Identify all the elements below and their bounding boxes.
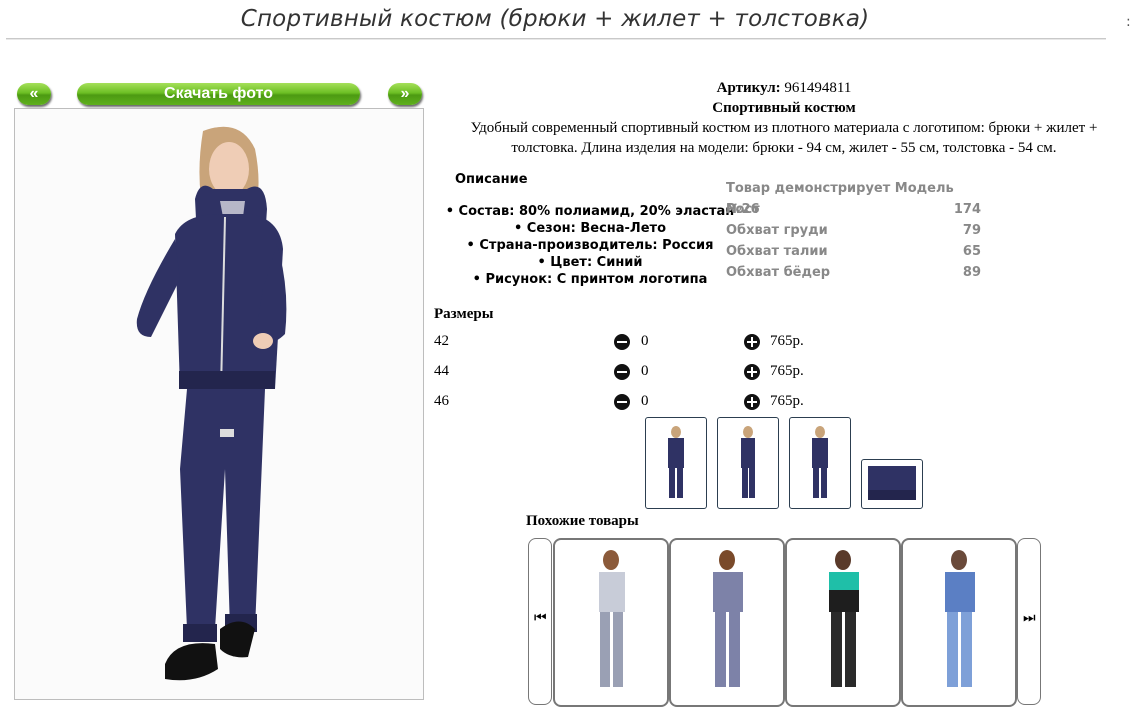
size-row: 42 0 765р.	[434, 333, 834, 353]
feature-item: • Страна-производитель: Россия	[466, 238, 714, 253]
product-description: Удобный современный спортивный костюм из…	[470, 120, 1098, 156]
price-value: 765р.	[770, 393, 804, 409]
prev-photo-button[interactable]: «	[17, 83, 51, 105]
similar-product-image	[829, 550, 859, 687]
minus-icon[interactable]	[614, 334, 630, 350]
quantity-value: 0	[641, 393, 649, 409]
feature-list: • Состав: 80% полиамид, 20% эластан • Се…	[440, 203, 740, 288]
plus-icon[interactable]	[744, 364, 760, 380]
similar-product-image	[713, 550, 743, 687]
photo-thumbnail[interactable]	[717, 417, 779, 509]
feature-item: • Сезон: Весна-Лето	[513, 221, 667, 236]
fabric-thumbnail-image	[868, 466, 916, 500]
description-title: Описание	[455, 172, 528, 187]
sizes-title: Размеры	[434, 306, 494, 322]
skip-forward-icon: ⏭	[1023, 611, 1036, 626]
article-value: 961494811	[784, 80, 852, 96]
carousel-prev-button[interactable]: ⏮	[528, 538, 552, 705]
photo-thumbnail[interactable]	[789, 417, 851, 509]
measurement-label: Обхват бёдер	[726, 265, 831, 280]
feature-item: • Рисунок: С принтом логотипа	[472, 272, 708, 287]
similar-product-card[interactable]	[785, 538, 901, 707]
minus-icon[interactable]	[614, 364, 630, 380]
measurement-value: 89	[962, 265, 981, 280]
measurement-label: Обхват талии	[726, 244, 828, 259]
thumbnail-image	[812, 426, 828, 498]
quantity-value: 0	[641, 333, 649, 349]
size-label: 44	[434, 363, 449, 379]
similar-product-image	[599, 550, 625, 687]
measurement-label: Рост	[726, 202, 760, 217]
thumbnail-image	[668, 426, 684, 498]
download-photo-button[interactable]: Скачать фото	[77, 83, 360, 105]
carousel-next-button[interactable]: ⏭	[1017, 538, 1041, 705]
plus-icon[interactable]	[744, 394, 760, 410]
photo-thumbnail[interactable]	[645, 417, 707, 509]
feature-item: • Цвет: Синий	[537, 255, 643, 270]
article-label: Артикул:	[716, 80, 781, 96]
feature-item: • Состав: 80% полиамид, 20% эластан	[445, 204, 735, 219]
quantity-value: 0	[641, 363, 649, 379]
similar-product-image	[945, 550, 975, 687]
minus-icon[interactable]	[614, 394, 630, 410]
similar-product-card[interactable]	[553, 538, 669, 707]
measurement-label: Обхват груди	[726, 223, 828, 238]
skip-back-icon: ⏮	[534, 611, 547, 626]
model-in-tracksuit-image	[15, 109, 423, 699]
thumbnail-image	[741, 426, 755, 498]
measurement-value: 79	[962, 223, 981, 238]
similar-products-title: Похожие товары	[526, 513, 639, 529]
price-value: 765р.	[770, 363, 804, 379]
measurement-value: 65	[962, 244, 981, 259]
size-row: 46 0 765р.	[434, 393, 834, 413]
photo-thumbnail[interactable]	[861, 459, 923, 509]
product-name: Спортивный костюм	[712, 100, 856, 116]
next-photo-button[interactable]: »	[388, 83, 422, 105]
main-product-photo[interactable]	[14, 108, 424, 700]
size-row: 44 0 765р.	[434, 363, 834, 383]
price-value: 765р.	[770, 333, 804, 349]
model-header: Товар демонстрирует Модель №26	[726, 181, 954, 217]
page-title: Спортивный костюм (брюки + жилет + толст…	[240, 6, 870, 32]
similar-product-card[interactable]	[901, 538, 1017, 707]
size-label: 46	[434, 393, 449, 409]
corner-mark: :	[1126, 14, 1131, 30]
plus-icon[interactable]	[744, 334, 760, 350]
model-measurements: Товар демонстрирует Модель №26 Рост 174 О…	[726, 178, 981, 283]
measurement-value: 174	[953, 202, 981, 217]
title-divider	[6, 38, 1106, 40]
similar-product-card[interactable]	[669, 538, 785, 707]
size-label: 42	[434, 333, 449, 349]
product-info: Артикул: 961494811 Спортивный костюм Удо…	[440, 78, 1128, 158]
